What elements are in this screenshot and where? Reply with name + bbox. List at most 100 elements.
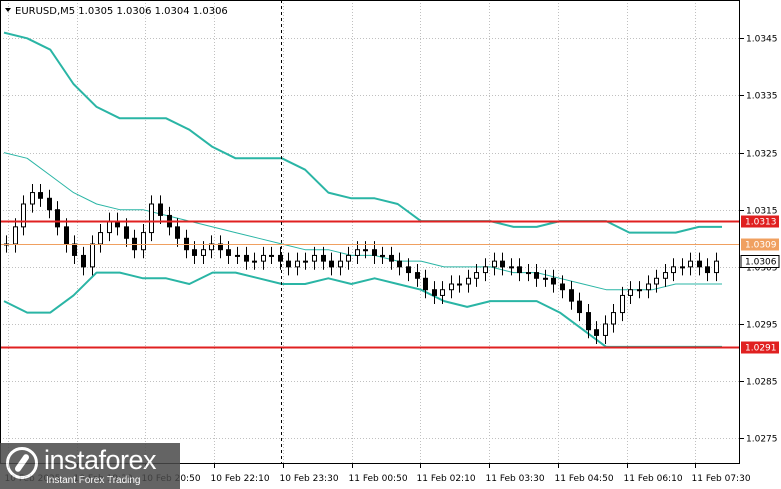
x-tick-label: 11 Feb 02:10	[417, 474, 476, 484]
candle	[449, 275, 454, 299]
y-tick-label: 1.0315	[746, 207, 778, 217]
candle	[38, 184, 43, 207]
candle	[98, 224, 103, 253]
candle-body	[620, 294, 625, 314]
candle-body	[671, 266, 676, 274]
candle-body	[389, 254, 394, 262]
y-tick-label: 1.0275	[746, 435, 778, 445]
candle-body	[380, 254, 385, 257]
candle-body	[244, 254, 249, 262]
candle	[569, 281, 574, 310]
candle-body	[500, 260, 505, 268]
candle-body	[64, 226, 69, 245]
candle-body	[603, 323, 608, 336]
candle-body	[13, 226, 18, 245]
horizontal-levels	[0, 220, 740, 349]
candle-body	[551, 277, 556, 285]
candle	[457, 275, 462, 293]
candle	[295, 252, 300, 276]
x-tick-label: 11 Feb 03:30	[486, 474, 545, 484]
current-price-tag: 1.0306	[740, 255, 780, 268]
candle	[423, 269, 428, 299]
candle-body	[372, 249, 377, 256]
level-tag-label: 1.0291	[745, 344, 777, 354]
candle-body	[124, 226, 129, 239]
candle	[218, 235, 223, 259]
price-tags: 1.0313 1.0309 1.0291 1.0306	[740, 215, 780, 354]
candle-body	[363, 249, 368, 252]
candle-body	[594, 329, 599, 336]
candle	[30, 184, 35, 213]
candle	[680, 258, 685, 276]
candle-body	[201, 249, 206, 256]
candle-body	[449, 283, 454, 291]
candle	[81, 246, 86, 276]
x-tick-label: 10 Feb 22:10	[211, 474, 270, 484]
candle	[483, 258, 488, 282]
bollinger-upper-line	[3, 31, 722, 234]
candle	[543, 269, 548, 287]
candle-body	[680, 266, 685, 269]
candle-body	[175, 226, 180, 239]
chart-header: EURUSD,M5 1.0305 1.0306 1.0304 1.0306	[5, 6, 228, 17]
candle-body	[21, 203, 26, 228]
candle-body	[355, 249, 360, 256]
candle	[269, 246, 274, 264]
candle	[261, 246, 266, 270]
candle	[714, 252, 719, 282]
candle	[21, 195, 26, 236]
level-tag: 1.0309	[741, 238, 779, 251]
bollinger-bands	[3, 31, 722, 348]
price-chart[interactable]: 1.03451.03351.03251.03151.03051.02951.02…	[0, 0, 781, 489]
candle	[603, 315, 608, 344]
candle-body	[714, 260, 719, 274]
candle	[466, 269, 471, 293]
candle	[705, 258, 710, 282]
candle-body	[697, 260, 702, 268]
candle-body	[688, 260, 693, 268]
candle-body	[509, 266, 514, 269]
candle-body	[98, 232, 103, 245]
watermark-logo: instaforex Instant Forex Trading	[0, 443, 180, 489]
candle-body	[586, 312, 591, 331]
candle	[406, 258, 411, 282]
candle-body	[158, 203, 163, 216]
candle	[90, 235, 95, 276]
candle-body	[235, 254, 240, 257]
y-tick-label: 1.0345	[746, 35, 778, 45]
candle-body	[526, 272, 531, 275]
candle	[107, 212, 112, 242]
x-tick-label: 11 Feb 06:10	[624, 474, 683, 484]
candle-body	[261, 254, 266, 262]
candle-body	[646, 283, 651, 291]
dropdown-triangle-icon[interactable]	[5, 8, 11, 12]
candle-body	[141, 232, 146, 251]
level-tag: 1.0313	[741, 215, 779, 228]
candle	[209, 235, 214, 259]
candle-body	[90, 243, 95, 268]
candle	[47, 189, 52, 219]
candle-body	[577, 300, 582, 314]
candle-body	[303, 260, 308, 263]
candle	[517, 258, 522, 282]
candle	[149, 195, 154, 242]
candle	[415, 264, 420, 287]
candle-body	[457, 283, 462, 286]
candle	[55, 201, 60, 236]
candle-body	[560, 283, 565, 291]
candle-body	[338, 260, 343, 268]
candle-body	[415, 272, 420, 279]
x-tick-label: 11 Feb 00:50	[349, 474, 408, 484]
candle	[492, 252, 497, 276]
candle	[620, 286, 625, 322]
x-tick-label: 10 Feb 23:30	[280, 474, 339, 484]
candle-body	[432, 289, 437, 296]
current-price-label: 1.0306	[745, 258, 777, 268]
candle-body	[705, 266, 710, 274]
instaforex-logo-icon	[6, 447, 38, 479]
watermark-brand: instaforex	[44, 445, 157, 475]
candle	[329, 252, 334, 276]
watermark-tagline: Instant Forex Trading	[46, 475, 141, 486]
candle	[64, 218, 69, 253]
candle-body	[474, 272, 479, 279]
